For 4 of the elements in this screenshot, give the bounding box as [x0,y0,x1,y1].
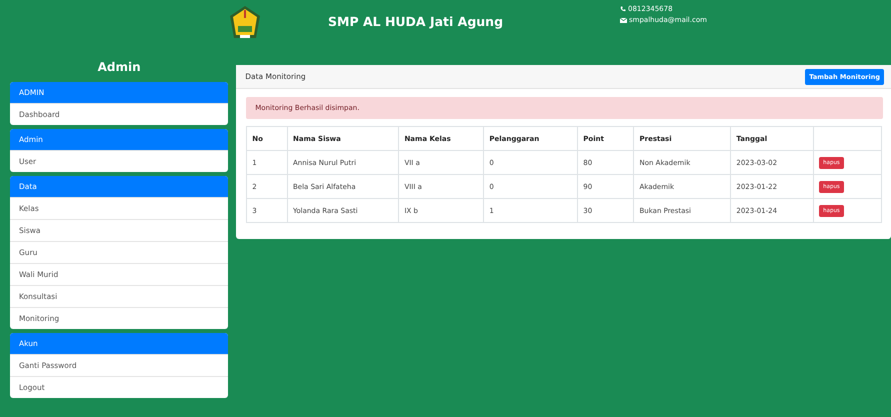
sidebar-title: Admin [96,59,142,76]
school-title: SMP AL HUDA Jati Agung [328,14,504,29]
phone-icon [620,6,626,12]
envelope-icon [620,18,627,22]
